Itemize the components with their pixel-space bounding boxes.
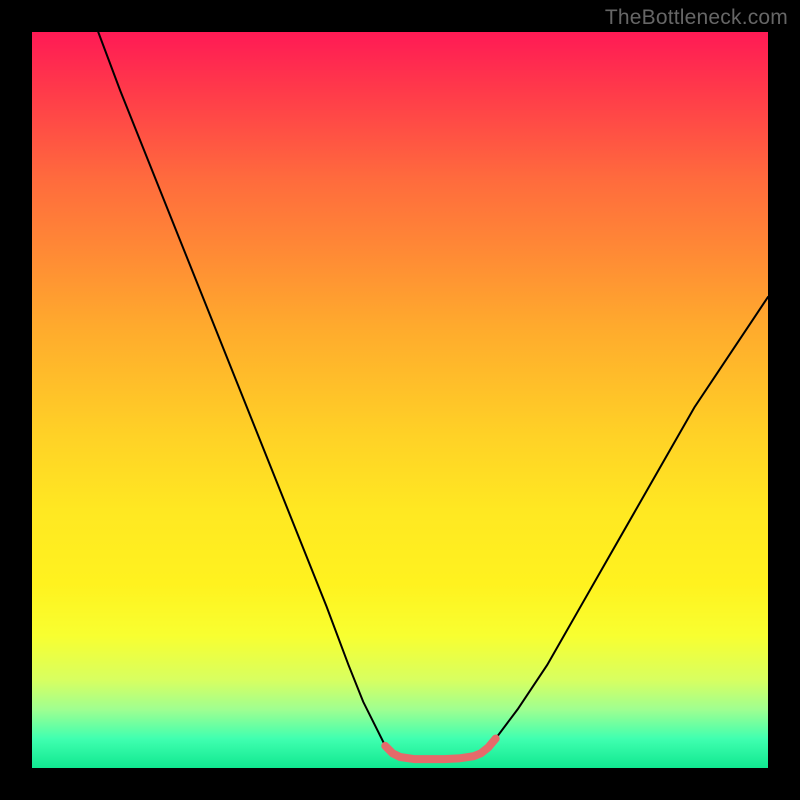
curve-left-branch (98, 32, 385, 746)
chart-canvas: TheBottleneck.com (0, 0, 800, 800)
curve-layer (32, 32, 768, 768)
curve-valley-highlight (385, 739, 495, 760)
curve-right-branch (496, 297, 768, 739)
watermark-text: TheBottleneck.com (605, 6, 788, 30)
plot-area (32, 32, 768, 768)
